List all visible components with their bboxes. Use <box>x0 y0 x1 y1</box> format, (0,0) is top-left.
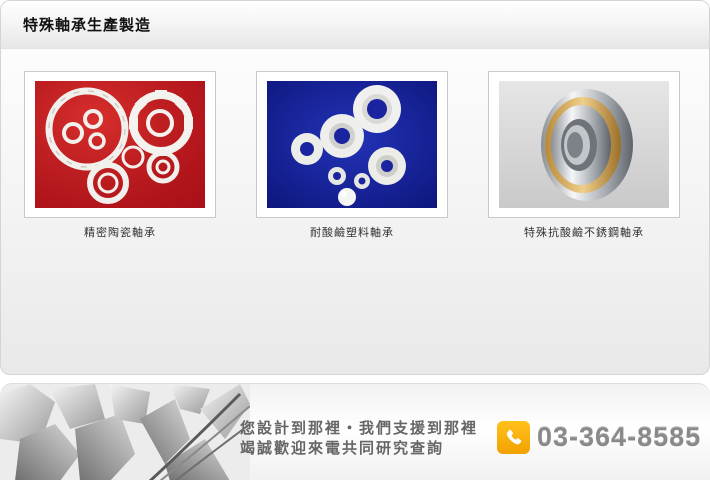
product-card-stainless[interactable]: 特殊抗酸鹼不銹鋼軸承 <box>488 71 680 240</box>
stainless-bearing-photo[interactable] <box>499 81 669 208</box>
products-panel: 特殊軸承生產製造 精密陶瓷軸承 耐酸鹼塑料軸承 特殊抗酸鹼不銹鋼軸承 <box>0 0 710 375</box>
plastic-bearing-photo[interactable] <box>267 81 437 208</box>
slogan-line-2: 竭誠歡迎來電共同研究查詢 <box>240 439 445 457</box>
product-caption[interactable]: 特殊抗酸鹼不銹鋼軸承 <box>488 224 680 240</box>
product-caption[interactable]: 耐酸鹼塑料軸承 <box>256 224 448 240</box>
contact-banner: 您設計到那裡・我們支援到那裡 竭誠歡迎來電共同研究查詢 03-364-8585 <box>0 383 710 480</box>
telephone-icon <box>497 421 530 454</box>
panel-title: 特殊軸承生產製造 <box>23 16 152 34</box>
abstract-blocks-graphic <box>0 384 250 480</box>
product-photo-frame[interactable] <box>488 71 680 218</box>
product-photo-frame[interactable] <box>24 71 216 218</box>
panel-header: 特殊軸承生產製造 <box>1 1 709 49</box>
contact-slogan: 您設計到那裡・我們支援到那裡 竭誠歡迎來電共同研究查詢 <box>240 418 490 458</box>
phone-contact[interactable]: 03-364-8585 <box>497 421 701 454</box>
slogan-line-1: 您設計到那裡・我們支援到那裡 <box>240 419 479 437</box>
phone-number[interactable]: 03-364-8585 <box>537 422 701 453</box>
product-photo-frame[interactable] <box>256 71 448 218</box>
product-caption[interactable]: 精密陶瓷軸承 <box>24 224 216 240</box>
product-card-plastic[interactable]: 耐酸鹼塑料軸承 <box>256 71 448 240</box>
ceramic-bearing-photo[interactable] <box>35 81 205 208</box>
product-card-ceramic[interactable]: 精密陶瓷軸承 <box>24 71 216 240</box>
